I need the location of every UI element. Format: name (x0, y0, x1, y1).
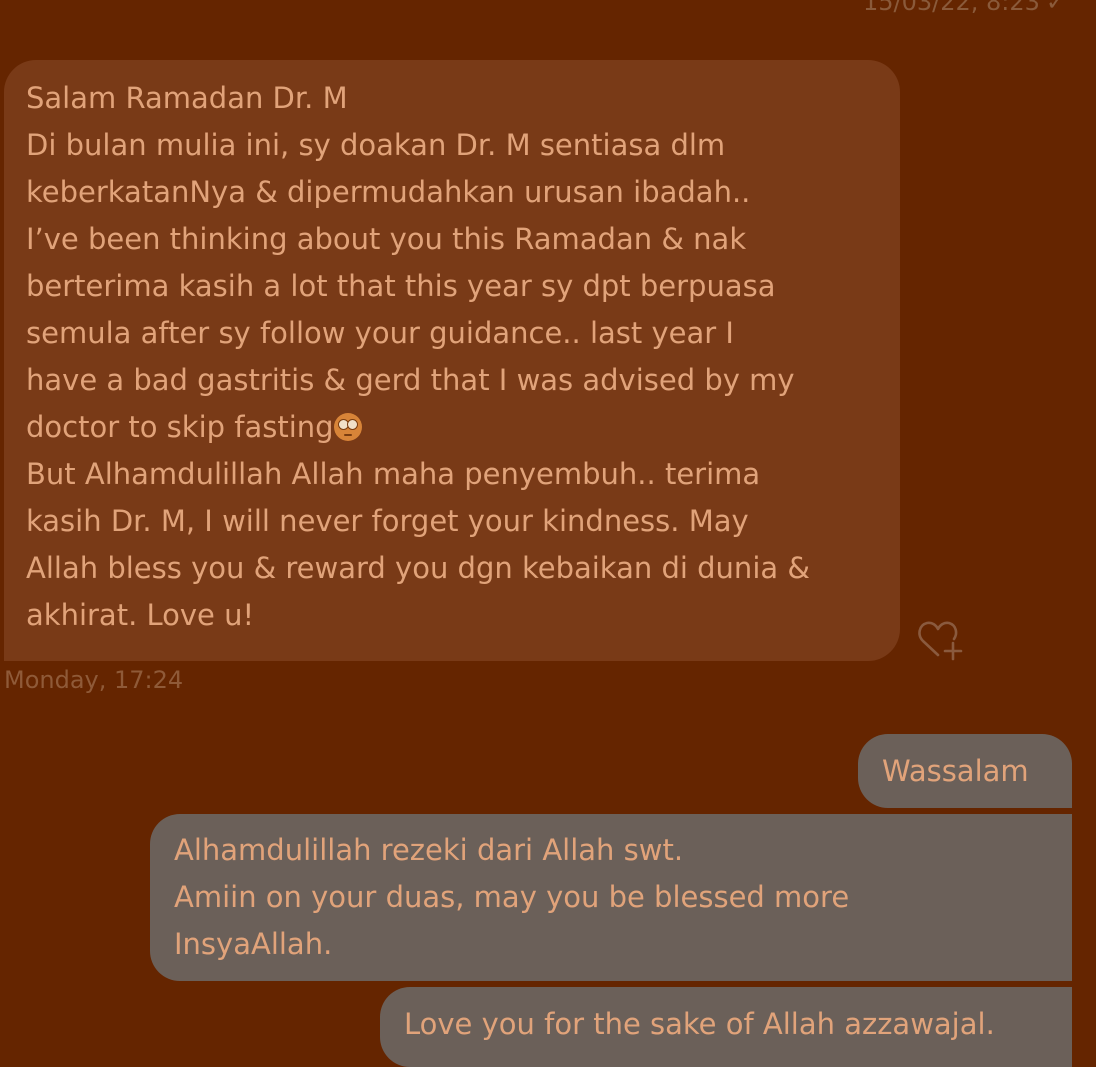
message-line: Di bulan mulia ini, sy doakan Dr. M sent… (26, 128, 726, 162)
message-line: kasih Dr. M, I will never forget your ki… (26, 504, 749, 538)
message-line: Allah bless you & reward you dgn kebaika… (26, 551, 810, 585)
message-line-with-emoji: doctor to skip fasting (26, 404, 880, 451)
outgoing-message-bubble[interactable]: Love you for the sake of Allah azzawajal… (380, 987, 1072, 1067)
message-line: But Alhamdulillah Allah maha penyembuh..… (26, 457, 761, 491)
timestamp-text: 15/03/22, 8:23 (862, 0, 1040, 16)
dm-conversation: 15/03/22, 8:23 ✓ Salam Ramadan Dr. M Di b… (0, 0, 1096, 1067)
message-line: semula after sy follow your guidance.. l… (26, 316, 734, 350)
sent-check-icon: ✓ (1045, 0, 1066, 16)
message-line: keberkatanNya & dipermudahkan urusan iba… (26, 175, 751, 209)
outgoing-message-bubble[interactable]: Alhamdulillah rezeki dari Allah swt. Ami… (150, 814, 1072, 981)
message-line: InsyaAllah. (174, 927, 333, 961)
message-line: Love you for the sake of Allah azzawajal… (404, 1007, 995, 1041)
outgoing-message-bubble[interactable]: Wassalam (858, 734, 1072, 808)
incoming-message-bubble[interactable]: Salam Ramadan Dr. M Di bulan mulia ini, … (4, 60, 900, 661)
heart-plus-icon[interactable] (917, 617, 965, 661)
message-line: Alhamdulillah rezeki dari Allah swt. (174, 833, 684, 867)
message-line-text: doctor to skip fasting (26, 410, 334, 444)
message-line: Amiin on your duas, may you be blessed m… (174, 880, 850, 914)
message-line: I’ve been thinking about you this Ramada… (26, 222, 747, 256)
message-timestamp: Monday, 17:24 (4, 666, 184, 694)
message-line: Wassalam (882, 754, 1029, 788)
face-with-rolling-eyes-emoji (333, 413, 362, 441)
message-line: Salam Ramadan Dr. M (26, 81, 348, 115)
message-line: berterima kasih a lot that this year sy … (26, 269, 776, 303)
message-timestamp-top: 15/03/22, 8:23 ✓ (863, 0, 1066, 16)
message-line: have a bad gastritis & gerd that I was a… (26, 363, 795, 397)
message-line: akhirat. Love u! (26, 598, 255, 632)
